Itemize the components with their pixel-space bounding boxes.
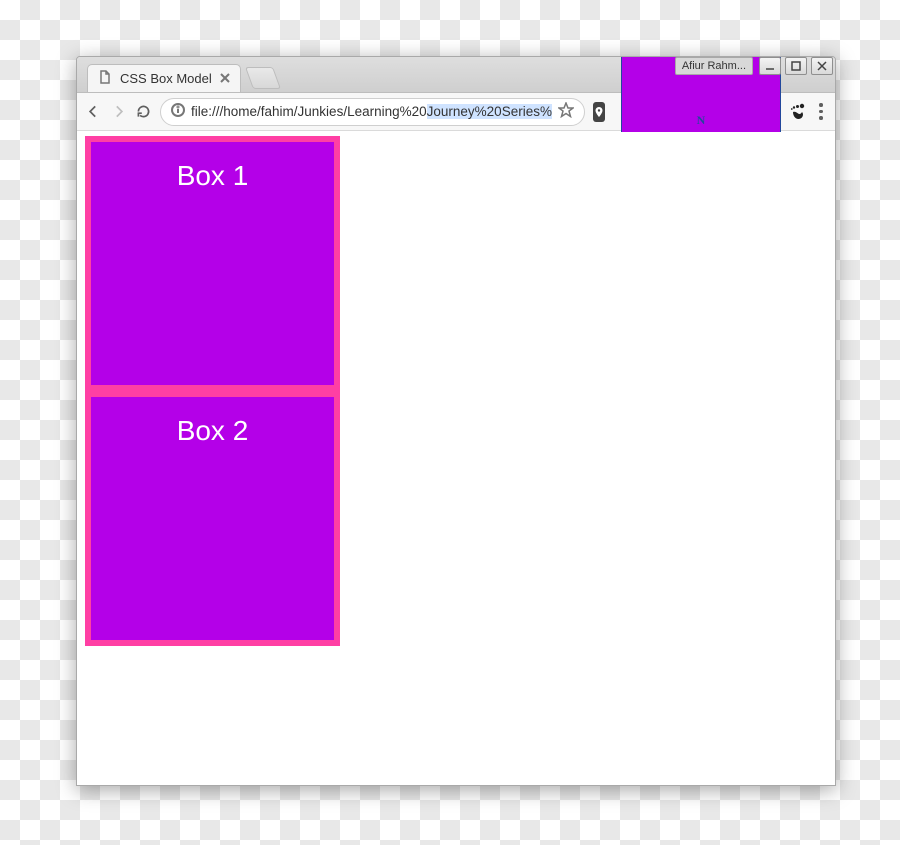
page-viewport: Box 1 Box 2	[77, 132, 835, 785]
new-tab-button[interactable]	[245, 67, 281, 89]
extension-gnome-icon[interactable]	[789, 102, 807, 122]
toolbar: file:///home/fahim/Junkies/Learning%20Jo…	[77, 93, 835, 131]
maximize-button[interactable]	[785, 57, 807, 75]
demo-box-2: Box 2	[85, 391, 340, 646]
close-button[interactable]	[811, 57, 833, 75]
address-bar[interactable]: file:///home/fahim/Junkies/Learning%20Jo…	[160, 98, 585, 126]
url-text: file:///home/fahim/Junkies/Learning%20Jo…	[191, 104, 552, 119]
extension-location-icon[interactable]	[593, 102, 605, 122]
back-button[interactable]	[85, 100, 102, 124]
info-icon	[171, 103, 185, 120]
browser-tab[interactable]: CSS Box Model	[87, 64, 241, 92]
browser-window: Afiur Rahm... CSS Box Model	[76, 56, 836, 786]
window-titlebar: Afiur Rahm...	[675, 57, 835, 75]
minimize-button[interactable]	[759, 57, 781, 75]
reload-button[interactable]	[135, 100, 152, 124]
bookmark-star-icon[interactable]	[558, 102, 574, 121]
menu-button[interactable]	[815, 103, 827, 120]
window-title: Afiur Rahm...	[675, 57, 753, 75]
tab-title: CSS Box Model	[120, 71, 212, 86]
demo-box-1: Box 1	[85, 136, 340, 391]
tab-close-icon[interactable]	[220, 71, 230, 86]
forward-button[interactable]	[110, 100, 127, 124]
page-icon	[98, 70, 112, 87]
